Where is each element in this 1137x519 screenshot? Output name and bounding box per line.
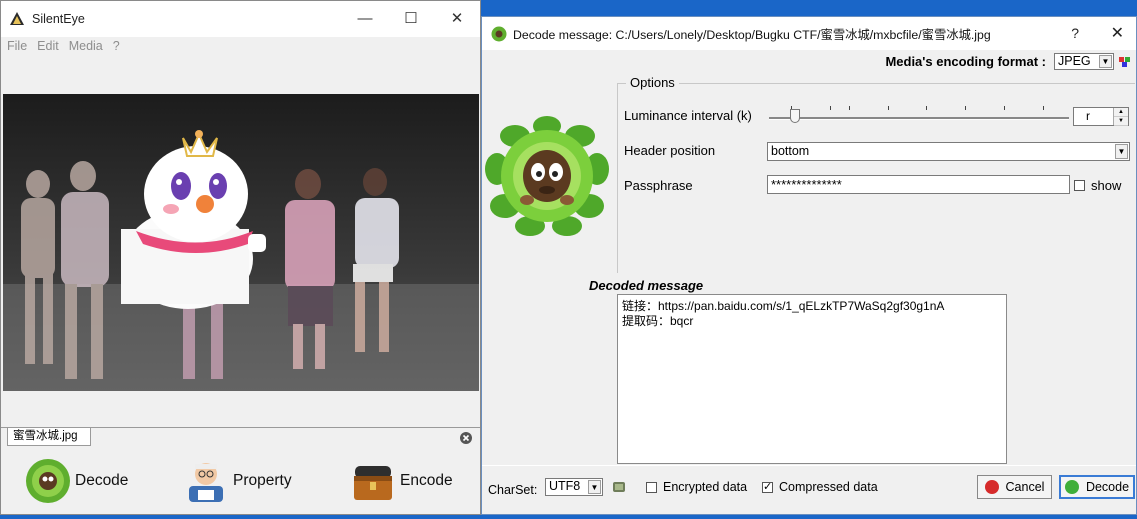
menubar: File Edit Media ? [1,37,480,55]
professor-icon [189,463,223,502]
maximize-button[interactable]: ☐ [388,1,434,35]
file-tab[interactable]: 蜜雪冰城.jpg [7,428,91,446]
dialog-titlebar[interactable]: Decode message: C:/Users/Lonely/Desktop/… [482,17,1136,50]
decode-action-label: Decode [75,472,129,489]
passphrase-value: ************** [771,177,842,192]
encoding-format-select[interactable]: JPEG ▼ [1054,53,1114,70]
encoding-format-row: Media's encoding format : JPEG ▼ [885,53,1132,70]
decode-button[interactable]: Decode [1059,475,1135,499]
encrypted-checkbox-box[interactable] [646,481,657,493]
file-tab-bar: 蜜雪冰城.jpg [1,427,480,448]
menu-file[interactable]: File [7,39,27,53]
header-position-label: Header position [624,143,716,158]
dialog-close-button[interactable]: ✕ [1111,23,1124,43]
encode-action-label: Encode [400,472,453,489]
menu-help[interactable]: ? [113,39,120,53]
treasure-chest-icon [354,466,392,500]
property-action-label: Property [233,472,292,489]
charset-value: UTF8 [549,479,581,493]
decode-dialog: Decode message: C:/Users/Lonely/Desktop/… [481,16,1137,515]
header-position-select[interactable]: bottom ▼ [767,142,1130,161]
luminance-label: Luminance interval (k) [624,108,752,123]
decoded-line: 提取码：bqcr [622,314,694,328]
compressed-label: Compressed data [779,480,878,494]
slider-tick [888,106,889,110]
decoder-mascot-image [485,116,609,236]
encoding-format-label: Media's encoding format : [885,54,1046,69]
charset-tool-icon[interactable] [611,479,627,495]
luminance-spin-value: r [1086,109,1090,123]
silenteye-app-icon [10,12,24,25]
slider-tick [926,106,927,110]
cancel-label: Cancel [1005,480,1045,494]
close-tab-icon[interactable] [460,432,472,444]
passphrase-field[interactable]: ************** [767,175,1070,194]
main-titlebar[interactable]: SilentEye — ☐ ✕ [1,1,480,37]
window-controls: — ☐ ✕ [342,1,480,35]
header-position-value: bottom [771,144,810,158]
menu-media[interactable]: Media [69,39,103,53]
main-actions: Decode Property Encode [1,453,480,513]
property-action-button[interactable]: Property [181,456,292,506]
charset-label: CharSet: [488,483,538,497]
encrypted-label: Encrypted data [663,480,748,494]
chevron-down-icon: ▼ [1099,55,1112,68]
help-button[interactable]: ? [1071,25,1079,41]
options-title: Options [626,75,679,90]
chevron-down-icon: ▼ [1115,144,1128,159]
decoded-message-textarea[interactable]: 链接：https://pan.baidu.com/s/1_qELzkTP7WaS… [617,294,1007,464]
slider-tick [1004,106,1005,110]
compressed-data-checkbox[interactable]: Compressed data [762,480,878,494]
spin-down-icon[interactable]: ▼ [1114,117,1128,126]
slider-tick [849,106,850,110]
dialog-bottom-bar: CharSet: UTF8 ▼ Encrypted data Compresse… [482,465,1136,514]
close-button[interactable]: ✕ [434,1,480,35]
slider-tick [830,106,831,110]
show-passphrase-checkbox[interactable]: show [1074,178,1121,193]
bush-face-icon [26,459,70,503]
decode-label: Decode [1085,480,1130,494]
encoding-format-value: JPEG [1058,54,1091,68]
show-checkbox-box[interactable] [1074,180,1085,191]
encode-action-button[interactable]: Encode [348,456,453,506]
show-label: show [1091,178,1122,193]
bush-face-icon [491,26,507,41]
compressed-checkbox-box[interactable] [762,480,773,493]
chevron-down-icon: ▼ [588,480,601,494]
encrypted-data-checkbox[interactable]: Encrypted data [646,480,747,494]
silenteye-main-window: SilentEye — ☐ ✕ File Edit Media ? 蜜雪冰城.j… [0,0,481,515]
dialog-title: Decode message: C:/Users/Lonely/Desktop/… [513,27,991,42]
decode-action-button[interactable]: Decode [23,456,128,506]
format-settings-icon[interactable] [1118,55,1132,69]
media-preview-image [3,94,479,391]
spin-up-icon[interactable]: ▲ [1114,108,1128,117]
decoded-message-heading: Decoded message [589,278,704,293]
charset-select[interactable]: UTF8 ▼ [545,478,603,496]
minimize-button[interactable]: — [342,1,388,35]
decoded-line: 链接：https://pan.baidu.com/s/1_qELzkTP7WaS… [622,299,945,313]
main-window-title: SilentEye [32,12,85,26]
check-icon [1064,480,1079,494]
cancel-button[interactable]: Cancel [977,475,1052,499]
spin-buttons[interactable]: ▲ ▼ [1113,108,1128,126]
slider-tick [1043,106,1044,110]
menu-edit[interactable]: Edit [37,39,59,53]
luminance-slider[interactable] [769,117,1069,120]
slider-tick [965,106,966,110]
luminance-spinbox[interactable]: r ▲ ▼ [1073,107,1129,126]
luminance-slider-handle[interactable] [790,109,800,123]
cancel-icon [984,480,999,494]
passphrase-label: Passphrase [624,178,693,193]
